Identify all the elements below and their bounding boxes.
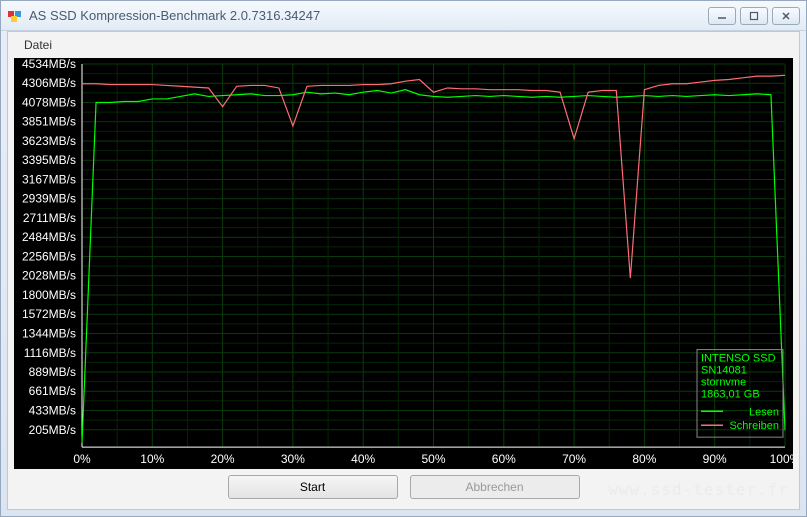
svg-text:2939MB/s: 2939MB/s (22, 192, 76, 206)
svg-text:4078MB/s: 4078MB/s (22, 96, 76, 110)
svg-text:100%: 100% (770, 452, 793, 466)
cancel-button[interactable]: Abbrechen (410, 475, 580, 499)
svg-text:2256MB/s: 2256MB/s (22, 249, 76, 263)
svg-text:Lesen: Lesen (749, 406, 779, 418)
svg-text:1344MB/s: 1344MB/s (22, 327, 76, 341)
menubar: Datei (8, 32, 799, 58)
svg-text:1800MB/s: 1800MB/s (22, 288, 76, 302)
footer-buttons: Start Abbrechen (8, 475, 799, 503)
svg-text:80%: 80% (632, 452, 656, 466)
svg-text:1116MB/s: 1116MB/s (24, 346, 76, 360)
svg-text:433MB/s: 433MB/s (29, 404, 76, 418)
app-window: AS SSD Kompression-Benchmark 2.0.7316.34… (0, 0, 807, 517)
window-title: AS SSD Kompression-Benchmark 2.0.7316.34… (29, 8, 708, 23)
menu-file[interactable]: Datei (18, 36, 58, 54)
titlebar: AS SSD Kompression-Benchmark 2.0.7316.34… (1, 1, 806, 31)
svg-text:90%: 90% (703, 452, 727, 466)
svg-text:3395MB/s: 3395MB/s (22, 153, 76, 167)
maximize-button[interactable] (740, 7, 768, 25)
svg-text:10%: 10% (140, 452, 164, 466)
close-button[interactable] (772, 7, 800, 25)
svg-text:4306MB/s: 4306MB/s (22, 76, 76, 90)
svg-text:70%: 70% (562, 452, 586, 466)
svg-text:50%: 50% (421, 452, 445, 466)
svg-text:0%: 0% (73, 452, 91, 466)
svg-text:30%: 30% (281, 452, 305, 466)
svg-text:661MB/s: 661MB/s (29, 384, 76, 398)
svg-text:2711MB/s: 2711MB/s (23, 211, 76, 225)
svg-text:3851MB/s: 3851MB/s (22, 115, 76, 129)
svg-text:1863,01 GB: 1863,01 GB (701, 388, 760, 400)
svg-text:889MB/s: 889MB/s (29, 365, 76, 379)
chart: 205MB/s 433MB/s 661MB/s 889MB/s 1116MB/s 1344… (14, 58, 793, 469)
svg-text:40%: 40% (351, 452, 375, 466)
svg-text:INTENSO SSD: INTENSO SSD (701, 353, 776, 365)
window-controls (708, 7, 800, 25)
svg-text:3167MB/s: 3167MB/s (22, 172, 76, 186)
svg-text:2484MB/s: 2484MB/s (22, 230, 76, 244)
chart-svg: 205MB/s 433MB/s 661MB/s 889MB/s 1116MB/s 1344… (14, 58, 793, 469)
svg-text:SN14081: SN14081 (701, 364, 747, 376)
start-button[interactable]: Start (228, 475, 398, 499)
svg-text:1572MB/s: 1572MB/s (22, 307, 76, 321)
minimize-button[interactable] (708, 7, 736, 25)
content-panel: Datei 205MB/s 433MB/s 661MB/s 889MB/s 1116MB… (7, 31, 800, 510)
svg-text:2028MB/s: 2028MB/s (22, 269, 76, 283)
svg-text:20%: 20% (211, 452, 235, 466)
svg-text:60%: 60% (492, 452, 516, 466)
svg-text:4534MB/s: 4534MB/s (22, 58, 76, 71)
svg-text:205MB/s: 205MB/s (29, 423, 76, 437)
svg-text:3623MB/s: 3623MB/s (22, 134, 76, 148)
svg-text:Schreiben: Schreiben (729, 420, 779, 432)
app-icon (7, 8, 23, 24)
svg-text:stornvme: stornvme (701, 376, 746, 388)
